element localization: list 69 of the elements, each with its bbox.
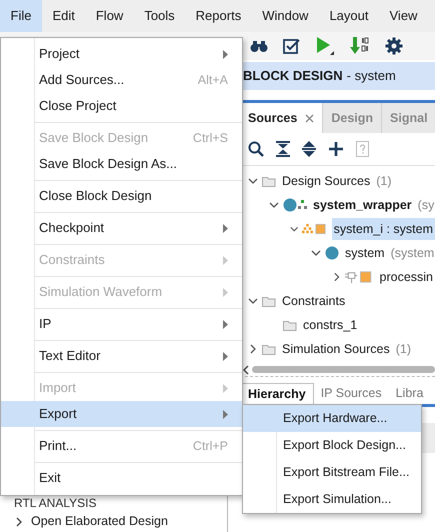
menu-item[interactable]: Save Block Design As... [1,151,242,177]
block-design-icon [325,246,339,260]
expand-all-icon[interactable] [302,141,316,157]
tab[interactable]: Sources [240,103,324,133]
binoculars-icon[interactable] [250,39,268,53]
tab[interactable]: Hierarchy [240,383,314,404]
tab[interactable]: Libra [388,383,430,404]
menu-item[interactable]: IP [1,311,242,337]
close-icon[interactable] [305,114,314,122]
menu-item[interactable]: Export Simulation... [243,486,421,513]
tree-item[interactable]: processin [240,265,435,289]
tree-item[interactable]: system_wrapper (sy [240,193,435,217]
hierarchy-icons [302,222,328,236]
menu-item[interactable]: Checkpoint [1,215,242,241]
module-icons [283,198,307,212]
menu-item[interactable]: Close Block Design [1,183,242,209]
menu-bar-item[interactable]: File [0,0,42,32]
folder-icon [262,344,276,354]
menu-item[interactable]: Export Hardware... [243,405,421,432]
chevron-right-icon[interactable] [332,272,342,282]
menu-item[interactable]: Print... Ctrl+P [1,433,242,459]
shortcut-label: Ctrl+P [192,438,228,455]
chevron-down-icon[interactable] [290,226,298,232]
chevron-down-icon[interactable] [248,178,258,184]
menu-item[interactable]: Close Project [1,93,242,119]
chevron-down-icon[interactable] [269,202,279,208]
menu-bar-item[interactable]: Layout [318,0,379,32]
ip-icons [345,270,374,284]
flow-navigator-item[interactable]: Open Elaborated Design [0,512,227,531]
menu-bar-item[interactable]: Edit [42,0,86,32]
menu-item[interactable]: Export [1,401,242,427]
tree-item[interactable]: Simulation Sources (1) [240,337,435,361]
search-icon[interactable] [248,141,264,157]
checkbox-icon[interactable] [283,38,300,54]
folder-icon [283,320,297,330]
menu-item[interactable]: Export Bitstream File... [243,459,421,486]
collapse-all-icon[interactable] [276,141,290,157]
menu-bar-item[interactable]: View [379,0,428,32]
horizontal-scrollbar[interactable] [240,363,435,377]
section-heading: RTL ANALYSIS [13,495,98,512]
menu-item[interactable]: Project [1,41,242,67]
run-icon[interactable] [315,36,335,56]
scroll-left-icon[interactable] [242,364,249,374]
shortcut-label: Ctrl+S [192,130,228,147]
menu-item[interactable]: Text Editor [1,343,242,369]
shortcut-label: Alt+A [198,72,228,89]
panel-title: BLOCK DESIGN [243,67,343,86]
menu-item[interactable]: Export Block Design... [243,432,421,459]
tree-item[interactable]: Constraints [240,289,435,313]
menu-bar-item[interactable]: Flow [85,0,134,32]
chevron-down-icon[interactable] [311,250,321,256]
tab[interactable]: IP Sources [314,383,389,404]
menu-item[interactable]: Add Sources... Alt+A [1,67,242,93]
menu-bar-item[interactable]: Reports [185,0,252,32]
folder-icon [262,176,276,186]
add-icon[interactable] [328,141,344,157]
panel-subtitle: - system [346,67,396,86]
menu-item[interactable]: Exit [1,465,242,491]
tree-item[interactable]: Design Sources (1) [240,169,435,193]
menu-bar-item[interactable]: Tools [134,0,186,32]
download-bits-icon[interactable] [350,36,370,56]
folder-icon [262,296,276,306]
chevron-right-icon[interactable] [16,516,23,527]
tree-item[interactable]: constrs_1 [240,313,435,337]
menu-bar-item[interactable]: Window [252,0,319,32]
chevron-right-icon[interactable] [248,344,258,354]
tree-item[interactable]: system (system [240,241,435,265]
settings-icon[interactable] [385,37,403,55]
chevron-down-icon[interactable] [248,298,258,304]
